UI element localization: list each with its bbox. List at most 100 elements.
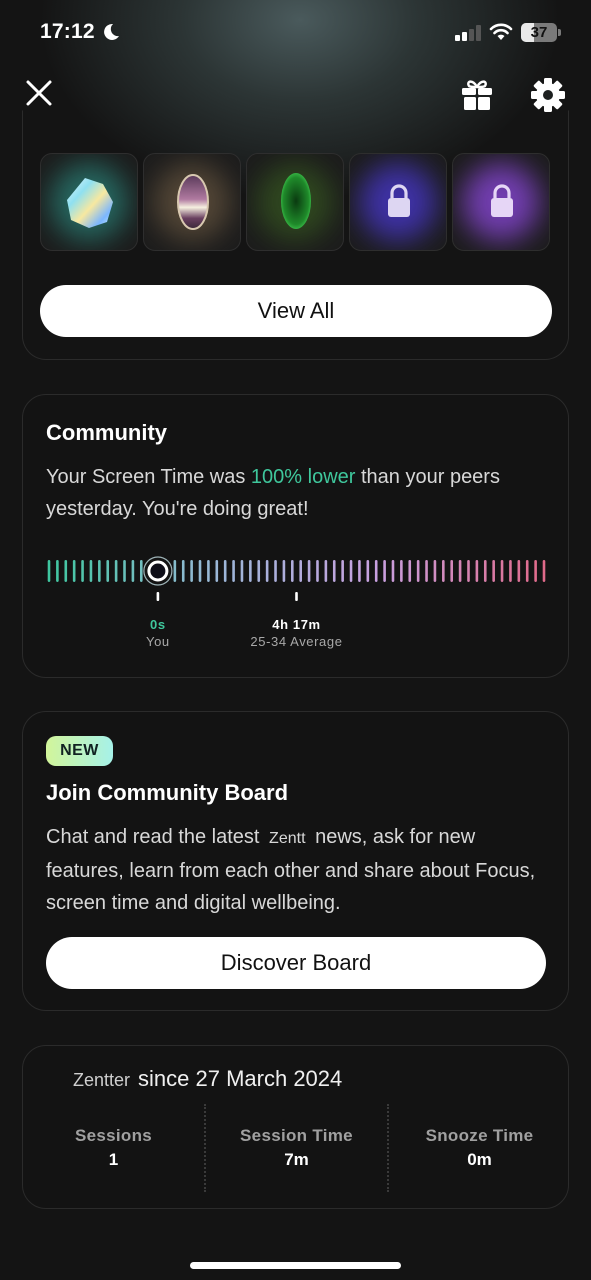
scale-tick xyxy=(64,560,68,582)
community-title: Community xyxy=(46,420,167,445)
scale-tick xyxy=(391,560,395,582)
board-title: Join Community Board xyxy=(46,780,289,805)
scale-tick xyxy=(458,560,462,582)
scale-tick xyxy=(324,560,328,582)
lock-icon xyxy=(388,184,410,217)
scale-tick xyxy=(492,560,495,582)
profile-stats-card: Zentter since 27 March 2024 Sessions 1 Se… xyxy=(22,1045,569,1209)
gem-slot-quartz[interactable] xyxy=(143,153,241,251)
signal-icon xyxy=(455,25,481,41)
community-highlight: 100% lower xyxy=(250,466,356,488)
gear-icon[interactable] xyxy=(530,77,566,113)
scale-tick xyxy=(190,560,193,582)
community-text-before: Your Screen Time was xyxy=(46,466,251,488)
average-label-text: 25-34 Average xyxy=(250,634,343,649)
stat-value: 7m xyxy=(284,1150,309,1169)
scale-tick xyxy=(47,560,51,582)
scale-tick xyxy=(282,560,286,582)
gem-slot-locked-1[interactable] xyxy=(349,153,447,251)
scale-tick xyxy=(383,560,386,582)
stat-sessions: Sessions 1 xyxy=(23,1104,204,1194)
view-all-button[interactable]: View All xyxy=(40,285,552,337)
average-marker-label: 4h 17m 25-34 Average xyxy=(227,617,367,649)
scale-tick xyxy=(509,560,512,582)
gem-slot-opal[interactable] xyxy=(40,153,138,251)
gem-slot-locked-2[interactable] xyxy=(452,153,550,251)
scale-tick xyxy=(500,560,504,582)
home-indicator[interactable] xyxy=(190,1262,401,1269)
you-value: 0s xyxy=(150,617,166,632)
scale-tick xyxy=(173,560,177,582)
you-marker-label: 0s You xyxy=(118,617,198,649)
close-icon[interactable] xyxy=(24,78,54,108)
status-time: 17:12 xyxy=(40,20,95,43)
new-badge: NEW xyxy=(46,736,113,766)
member-brand: Zentter xyxy=(73,1070,131,1090)
scale-tick xyxy=(433,560,437,582)
screen-time-scale xyxy=(47,556,546,601)
scale-tick xyxy=(475,560,479,582)
average-pointer xyxy=(295,592,298,601)
community-board-card: NEW Join Community Board Chat and read t… xyxy=(22,711,569,1011)
stat-session-time: Session Time 7m xyxy=(206,1104,387,1194)
scale-tick xyxy=(123,560,126,582)
scale-tick xyxy=(299,560,302,582)
scale-tick xyxy=(223,560,227,582)
stat-value: 0m xyxy=(467,1150,492,1169)
scale-tick xyxy=(131,560,135,582)
scale-tick xyxy=(316,560,319,582)
emerald-gem-icon xyxy=(281,173,311,229)
member-since-date: since 27 March 2024 xyxy=(138,1066,343,1091)
scale-tick xyxy=(114,560,118,582)
battery-indicator: 37 xyxy=(521,23,561,42)
gems-row xyxy=(40,153,552,253)
scale-tick xyxy=(307,560,311,582)
scale-tick xyxy=(332,560,336,582)
stat-label: Session Time xyxy=(240,1126,353,1145)
scale-tick xyxy=(139,560,143,582)
stats-row: Sessions 1 Session Time 7m Snooze Time 0… xyxy=(23,1104,570,1194)
community-card: Community Your Screen Time was 100% lowe… xyxy=(22,394,569,678)
scale-tick xyxy=(56,560,59,582)
moon-icon xyxy=(104,23,119,40)
community-description: Your Screen Time was 100% lower than you… xyxy=(46,461,546,525)
scale-tick xyxy=(240,560,244,582)
gift-icon[interactable] xyxy=(460,77,494,111)
status-bar: 17:12 37 xyxy=(0,0,591,64)
scale-tick xyxy=(181,560,185,582)
scale-tick xyxy=(525,560,529,582)
scale-tick xyxy=(341,560,344,582)
stat-label: Snooze Time xyxy=(425,1126,534,1145)
scale-tick xyxy=(291,560,294,582)
scale-tick xyxy=(98,560,101,582)
scale-tick xyxy=(349,560,353,582)
scale-tick xyxy=(483,560,487,582)
you-pointer xyxy=(156,592,160,601)
scale-tick xyxy=(425,560,428,582)
battery-nub xyxy=(558,29,561,36)
scale-tick xyxy=(416,560,420,582)
scale-tick xyxy=(72,560,76,582)
brand-name: Zentt xyxy=(269,830,306,847)
gem-slot-emerald[interactable] xyxy=(246,153,344,251)
scale-tick xyxy=(106,560,110,582)
scale-tick xyxy=(442,560,445,582)
scale-tick xyxy=(265,560,269,582)
you-label-text: You xyxy=(146,634,170,649)
discover-board-button[interactable]: Discover Board xyxy=(46,937,546,989)
stat-snooze-time: Snooze Time 0m xyxy=(389,1104,570,1194)
stat-value: 1 xyxy=(108,1150,119,1169)
gems-card: View All xyxy=(22,110,569,360)
stat-label: Sessions xyxy=(74,1126,153,1145)
scale-tick xyxy=(467,560,470,582)
scale-tick xyxy=(198,560,202,582)
scale-tick xyxy=(517,560,521,582)
scale-tick xyxy=(450,560,454,582)
average-value: 4h 17m xyxy=(272,617,321,632)
battery-level: 37 xyxy=(530,24,548,41)
opal-gem-icon xyxy=(67,178,113,228)
scale-tick xyxy=(400,560,403,582)
lock-icon xyxy=(491,184,513,217)
scale-tick xyxy=(81,560,84,582)
scale-tick xyxy=(249,560,252,582)
